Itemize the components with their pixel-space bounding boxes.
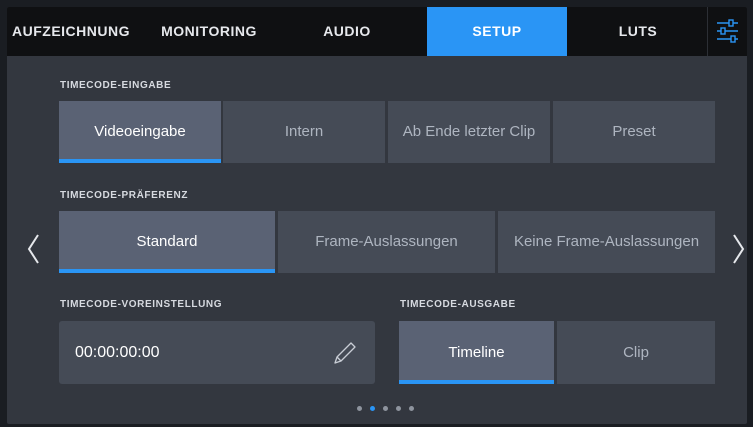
previous-page-button[interactable] — [26, 231, 42, 267]
timecode-preference-label: TIMECODE-PRÄFERENZ — [60, 190, 189, 201]
tab-monitoring[interactable]: MONITORING — [147, 7, 271, 56]
timecode-preset-label: TIMECODE-VOREINSTELLUNG — [60, 299, 223, 310]
option-label: Videoeingabe — [94, 123, 186, 140]
selected-indicator — [399, 380, 554, 384]
tab-aufzeichnung[interactable]: AUFZEICHNUNG — [7, 7, 135, 56]
chevron-left-icon — [27, 234, 39, 264]
page-dot[interactable] — [409, 406, 414, 411]
next-page-button[interactable] — [730, 231, 746, 267]
option-clip[interactable]: Clip — [557, 321, 715, 384]
option-timeline[interactable]: Timeline — [399, 321, 554, 384]
option-label: Clip — [623, 344, 649, 361]
sliders-icon — [717, 19, 738, 43]
option-label: Keine Frame-Auslassungen — [513, 233, 700, 250]
option-label: Standard — [136, 233, 198, 250]
selected-indicator — [59, 159, 221, 163]
option-keine-frame-auslassungen[interactable]: Keine Frame-Auslassungen — [498, 211, 715, 273]
selected-indicator — [59, 269, 275, 273]
page-indicator — [357, 406, 417, 414]
option-ab-ende-letzter-clip[interactable]: Ab Ende letzter Clip — [388, 101, 550, 163]
option-intern[interactable]: Intern — [223, 101, 385, 163]
tab-bar: AUFZEICHNUNG MONITORING AUDIO SETUP LUTS — [7, 7, 747, 56]
page-dot[interactable] — [396, 406, 401, 411]
tab-setup[interactable]: SETUP — [427, 7, 567, 56]
timecode-output-label: TIMECODE-AUSGABE — [400, 299, 516, 310]
option-label: Frame-Auslassungen — [315, 233, 458, 250]
option-label: Timeline — [448, 344, 505, 361]
option-label: Intern — [284, 123, 324, 140]
chevron-right-icon — [733, 234, 745, 264]
pencil-icon — [334, 342, 356, 364]
page-dot-current[interactable] — [370, 406, 375, 411]
option-frame-auslassungen[interactable]: Frame-Auslassungen — [278, 211, 495, 273]
tab-luts[interactable]: LUTS — [577, 7, 699, 56]
edit-button[interactable] — [331, 339, 359, 367]
option-label: Ab Ende letzter Clip — [402, 123, 536, 140]
option-videoeingabe[interactable]: Videoeingabe — [59, 101, 221, 163]
option-label: Preset — [612, 123, 656, 140]
option-standard[interactable]: Standard — [59, 211, 275, 273]
option-preset[interactable]: Preset — [553, 101, 715, 163]
timecode-preset-value: 00:00:00:00 — [75, 344, 160, 361]
timecode-preset-field[interactable]: 00:00:00:00 — [59, 321, 375, 384]
menu-button[interactable] — [708, 7, 747, 56]
page-dot[interactable] — [357, 406, 362, 411]
page-dot[interactable] — [383, 406, 388, 411]
setup-screen: AUFZEICHNUNG MONITORING AUDIO SETUP LUTS… — [7, 7, 747, 424]
tab-audio[interactable]: AUDIO — [297, 7, 397, 56]
timecode-input-label: TIMECODE-EINGABE — [60, 80, 172, 91]
